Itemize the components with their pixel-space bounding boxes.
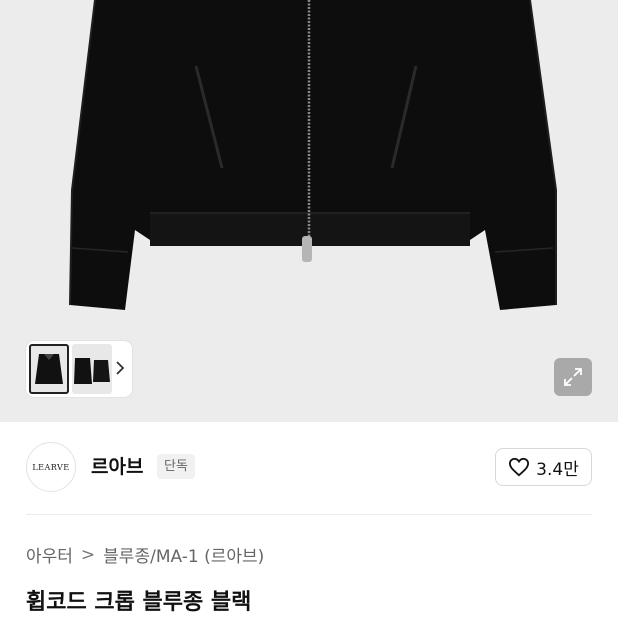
divider — [26, 514, 592, 515]
breadcrumb-subcategory[interactable]: 블루종/MA-1 (르아브) — [103, 542, 264, 567]
breadcrumb-separator: > — [80, 544, 96, 565]
chevron-right-icon[interactable] — [114, 358, 126, 378]
expand-image-button[interactable] — [554, 358, 592, 396]
like-button[interactable]: 3.4만 — [495, 448, 592, 486]
breadcrumb: 아우터 > 블루종/MA-1 (르아브) — [26, 542, 264, 568]
brand-logo-text: LEARVE — [32, 462, 70, 472]
brand-logo[interactable]: LEARVE — [26, 442, 76, 492]
expand-arrows-icon — [564, 368, 582, 386]
breadcrumb-category[interactable]: 아우터 — [26, 542, 73, 567]
brand-row: LEARVE 르아브 단독 3.4만 — [0, 432, 618, 504]
product-title: 휩코드 크롭 블루종 블랙 — [26, 590, 252, 615]
like-count: 3.4만 — [536, 459, 579, 480]
product-image-gallery[interactable] — [0, 0, 618, 422]
thumbnail-strip[interactable] — [26, 341, 132, 397]
thumbnail-2[interactable] — [72, 344, 112, 394]
jacket-pair-thumbnail — [74, 358, 110, 384]
jacket-front-thumbnail — [35, 354, 63, 384]
brand-name[interactable]: 르아브 — [91, 452, 143, 479]
exclusive-badge: 단독 — [157, 454, 195, 479]
thumbnail-1[interactable] — [29, 344, 69, 394]
heart-outline-icon — [509, 457, 530, 477]
